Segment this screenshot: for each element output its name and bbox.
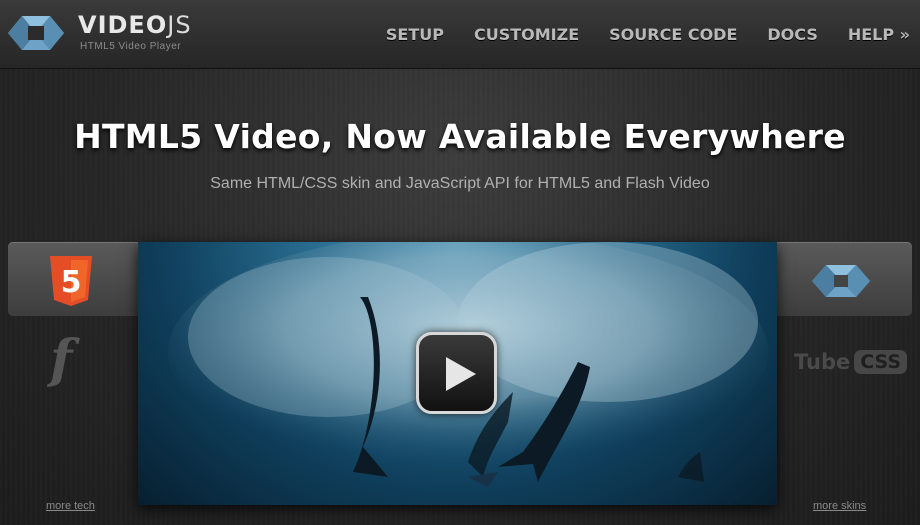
videojs-logo-icon[interactable] — [6, 12, 66, 54]
tubecss-css-word: CSS — [854, 350, 908, 374]
page-subheadline: Same HTML/CSS skin and JavaScript API fo… — [210, 175, 710, 192]
brand-name[interactable]: VIDEOJS — [78, 11, 192, 39]
brand-name-js: JS — [167, 11, 192, 39]
nav-help[interactable]: HELP » — [848, 25, 910, 44]
brand-tagline: HTML5 Video Player — [80, 41, 182, 52]
nav-customize[interactable]: CUSTOMIZE — [474, 25, 579, 44]
html5-icon[interactable]: 5 — [48, 256, 94, 306]
html5-badge-number: 5 — [61, 265, 82, 300]
more-skins-link[interactable]: more skins — [813, 500, 866, 512]
nav-setup[interactable]: SETUP — [386, 25, 444, 44]
flash-icon[interactable]: f — [50, 334, 72, 386]
tubecss-skin-logo[interactable]: Tube CSS — [794, 350, 908, 374]
brand-name-main: VIDEO — [78, 11, 168, 39]
main-nav: SETUP CUSTOMIZE SOURCE CODE DOCS HELP » — [356, 25, 910, 44]
page-headline: HTML5 Video, Now Available Everywhere — [74, 117, 846, 156]
play-icon — [446, 357, 476, 391]
nav-source-code[interactable]: SOURCE CODE — [609, 25, 737, 44]
play-button[interactable] — [416, 332, 497, 414]
top-navigation-bar: VIDEOJS HTML5 Video Player SETUP CUSTOMI… — [0, 0, 920, 69]
tubecss-tube-word: Tube — [794, 350, 851, 374]
more-tech-link[interactable]: more tech — [46, 500, 95, 512]
nav-docs[interactable]: DOCS — [767, 25, 817, 44]
videojs-skin-icon[interactable] — [810, 262, 872, 300]
